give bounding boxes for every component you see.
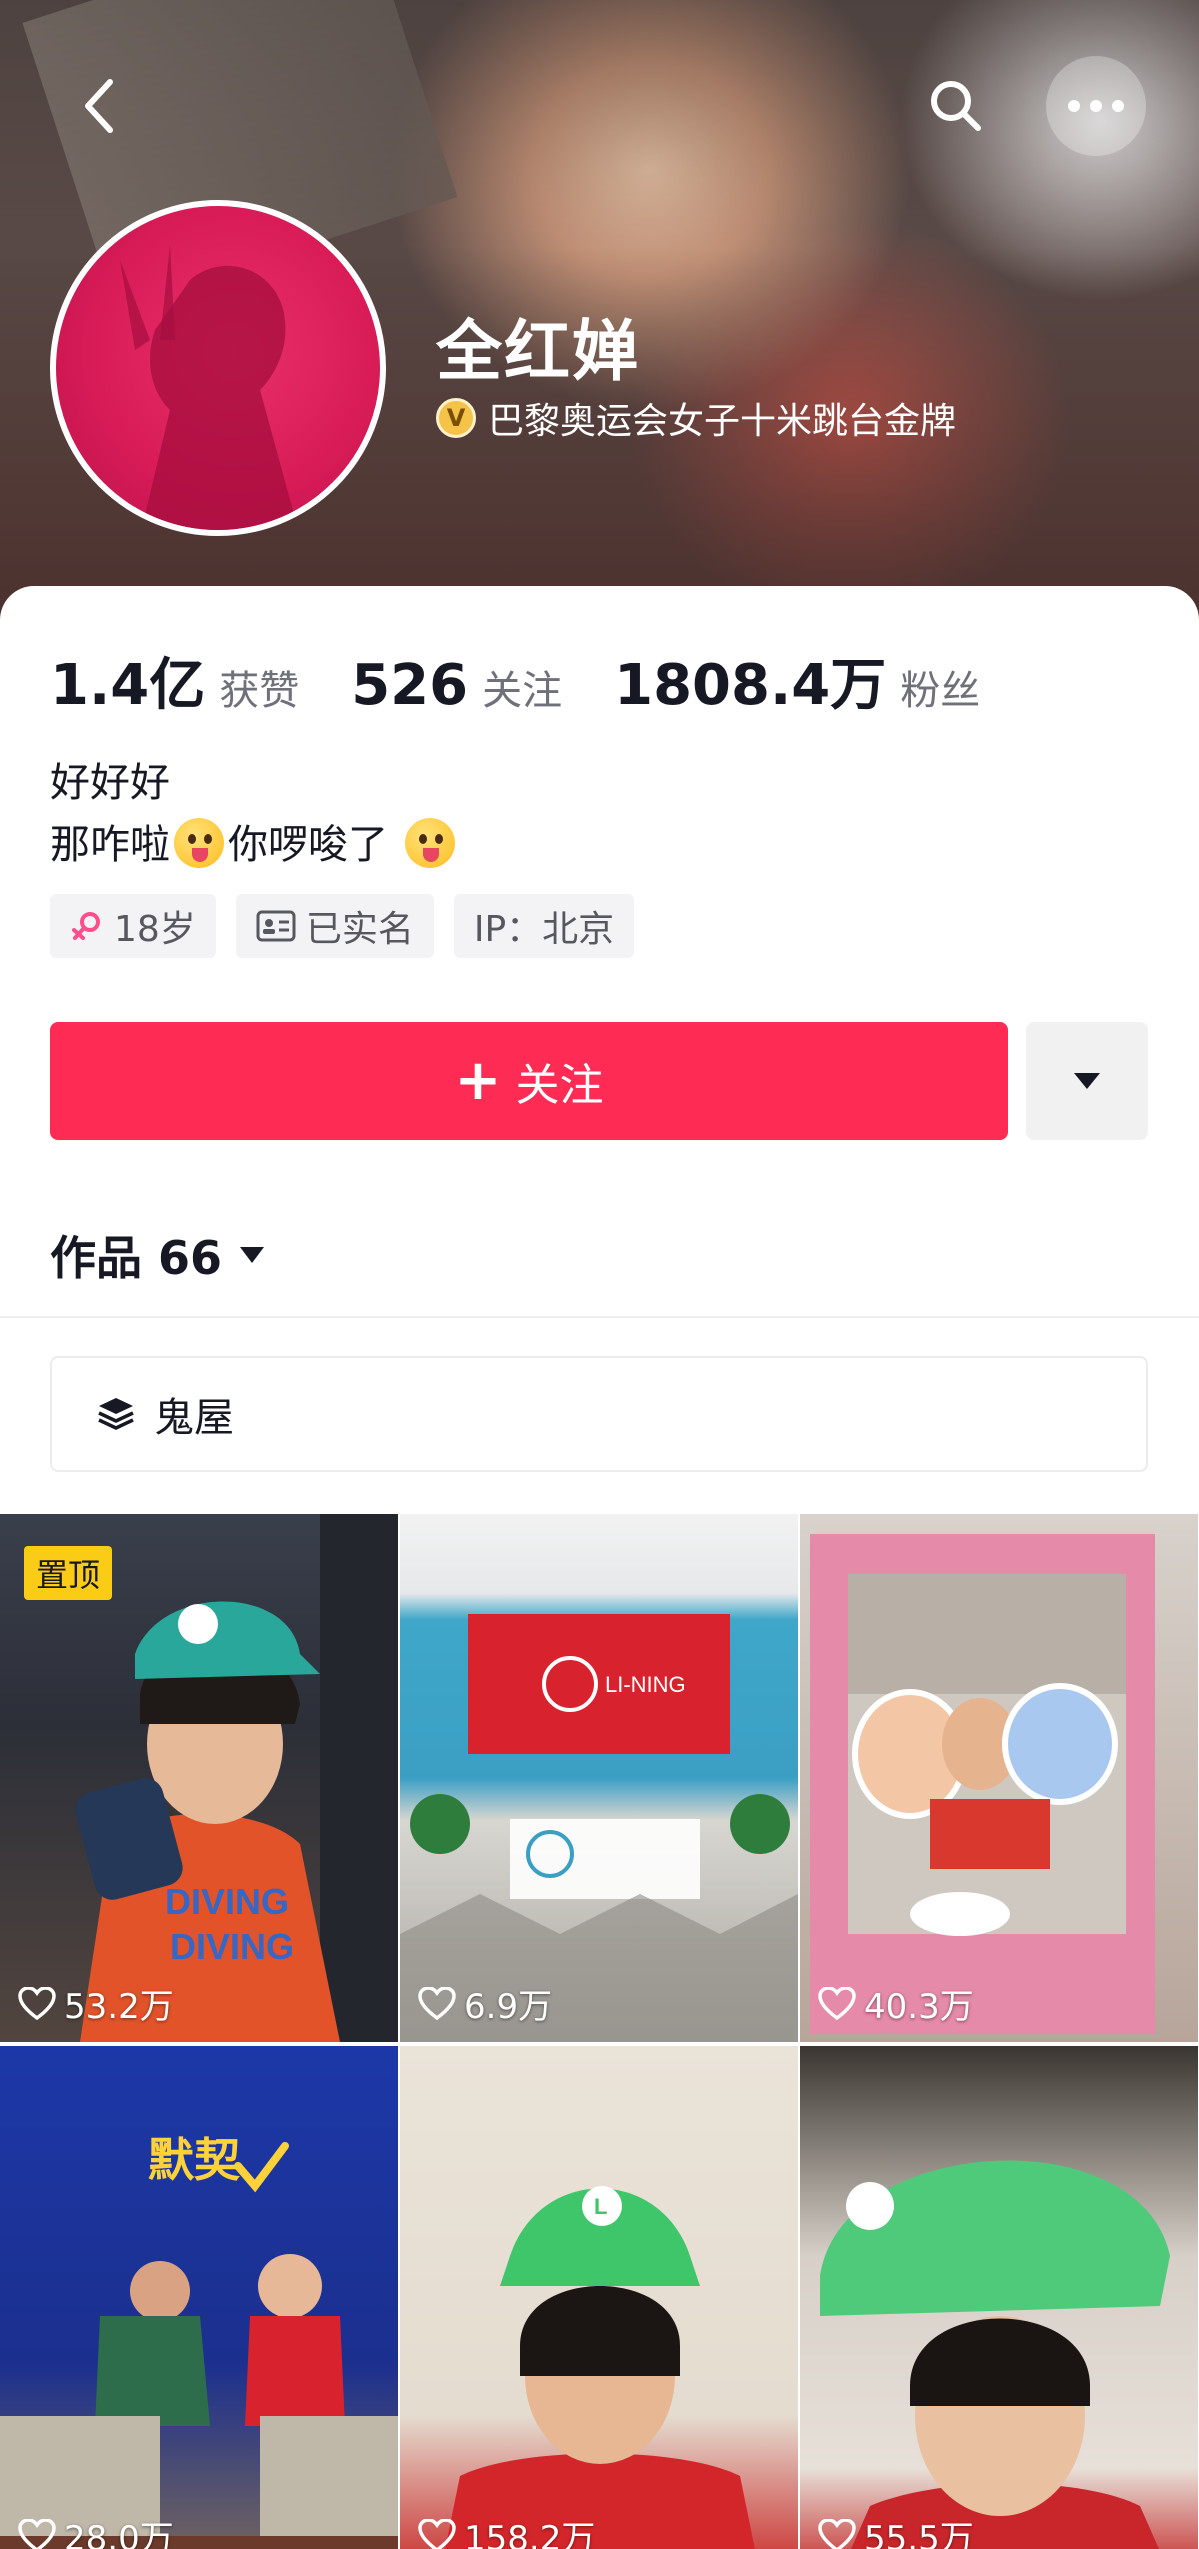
tag-age-text: 18岁 [114,909,196,950]
caret-down-icon [240,1247,265,1263]
search-icon [931,81,981,131]
heart-icon [18,1986,56,2020]
stat-following[interactable]: 526 关注 [351,653,562,718]
stats-row: 1.4亿 获赞 526 关注 1808.4万 粉丝 [50,640,1032,721]
video-likes: 28.0万 [18,2511,174,2549]
tag-verified: 已实名 [235,894,434,958]
stat-following-value: 526 [351,653,469,718]
tag-age: 18岁 [50,894,216,958]
bio-line-2-part-b: 你啰唆了 [228,822,388,868]
heart-icon [818,1986,856,2020]
video-likes-count: 28.0万 [64,2519,174,2549]
tag-verified-text: 已实名 [305,909,414,950]
follow-button-label: 关注 [515,1060,604,1111]
divider [0,1316,1199,1318]
tag-ip: IP：北京 [453,894,635,958]
video-likes: 6.9万 [418,1979,552,2028]
verification-text: 巴黎奥运会女子十米跳台金牌 [488,401,957,442]
video-thumbnail[interactable]: DIVING DIVING 置顶 53.2万 [0,1514,398,2042]
video-likes-count: 55.5万 [864,2519,974,2549]
stat-followers-value: 1808.4万 [614,653,887,718]
verification-line: V 巴黎奥运会女子十米跳台金牌 [436,392,956,444]
avatar[interactable] [50,200,386,536]
video-likes: 158.2万 [418,2511,595,2549]
video-likes-count: 53.2万 [64,1987,174,2027]
video-thumbnail-image: 默契 [0,2133,398,2549]
caret-down-icon [1074,1073,1100,1089]
back-arrow-icon [85,79,113,133]
video-likes: 40.3万 [818,1979,974,2028]
heart-icon [18,2518,56,2549]
svg-text:DIVING: DIVING [170,1926,294,1967]
dizzy-face-emoji-icon [174,818,224,868]
follow-button[interactable]: + 关注 [50,1022,1008,1140]
video-thumbnail[interactable]: 55.5万 [800,2046,1198,2549]
svg-text:DIVING: DIVING [165,1881,289,1922]
recommend-dropdown-button[interactable] [1026,1022,1148,1140]
heart-icon [418,1986,456,2020]
video-likes-count: 158.2万 [464,2519,596,2549]
stat-likes[interactable]: 1.4亿 获赞 [50,640,299,721]
video-thumbnail[interactable]: 40.3万 [800,1514,1198,2042]
video-thumbnail-image: L [445,2186,755,2549]
more-options-button[interactable] [1046,56,1146,156]
search-button[interactable] [906,56,1006,156]
back-button[interactable] [50,56,150,156]
stat-following-label: 关注 [482,668,563,714]
video-likes-count: 6.9万 [464,1987,553,2027]
video-thumbnail[interactable]: LI-NING 6.9万 [400,1514,798,2042]
svg-text:L: L [594,2194,607,2219]
video-thumbnail-image [810,1534,1155,2034]
video-thumbnail-image [820,2160,1170,2549]
works-tab-label: 作品 66 [50,1231,223,1285]
stat-followers[interactable]: 1808.4万 粉丝 [614,640,980,721]
video-thumbnail-image: LI-NING [400,1614,798,2042]
stat-followers-label: 粉丝 [900,668,981,714]
video-thumbnail[interactable]: 默契 28.0万 [0,2046,398,2549]
more-dots-icon [1068,100,1124,112]
avatar-silhouette-image [120,245,299,530]
heart-icon [418,2518,456,2549]
video-likes: 53.2万 [18,1979,174,2028]
video-likes: 55.5万 [818,2511,974,2549]
svg-text:LI-NING: LI-NING [605,1672,686,1697]
bio-line-1: 好好好 [50,760,170,806]
profile-name: 全红婵 [436,313,640,390]
collection-card[interactable]: 鬼屋 [50,1356,1148,1472]
collection-label: 鬼屋 [154,1395,234,1441]
verified-badge-icon: V [436,398,476,438]
video-thumbnail[interactable]: L 158.2万 [400,2046,798,2549]
pinned-badge: 置顶 [24,1546,113,1600]
tongue-out-emoji-icon [404,818,455,868]
thumbnail-title: 默契 [148,2133,240,2187]
layers-icon [98,1398,134,1430]
tag-ip-text: IP：北京 [473,909,615,950]
id-card-icon [256,910,296,942]
plus-icon: + [454,1048,502,1113]
video-likes-count: 40.3万 [864,1987,974,2027]
stat-likes-label: 获赞 [219,668,300,714]
bio: 好好好 那咋啦 你啰唆了 [50,752,459,876]
bio-line-2-part-a: 那咋啦 [50,822,170,868]
tab-works[interactable]: 作品 66 [50,1222,266,1288]
heart-icon [818,2518,856,2549]
female-icon [72,912,100,940]
bio-line-2: 那咋啦 你啰唆了 [50,814,459,876]
stat-likes-value: 1.4亿 [50,653,206,718]
profile-tags: 18岁 已实名 IP：北京 [50,894,635,958]
